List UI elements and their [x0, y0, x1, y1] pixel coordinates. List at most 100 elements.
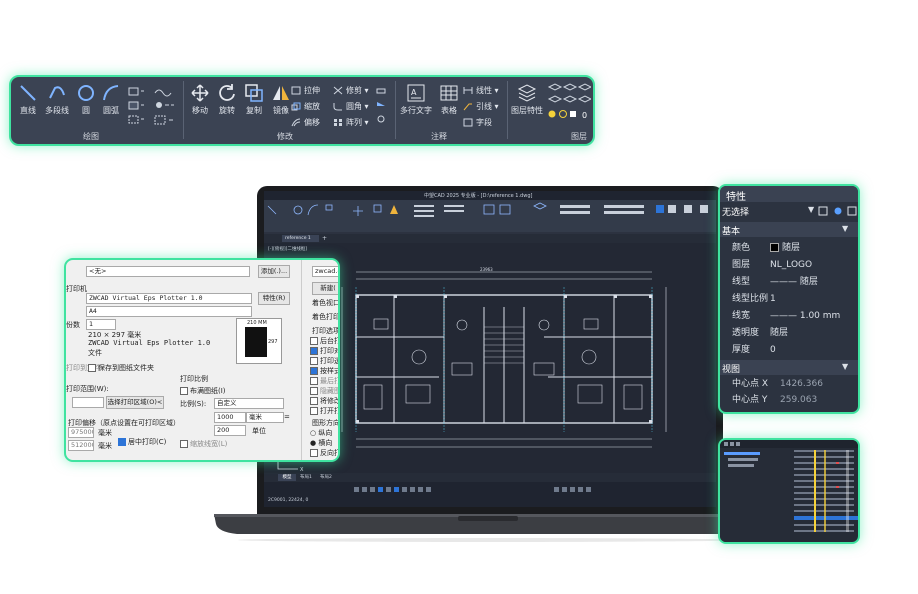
layer-list-graphic[interactable] [720, 440, 858, 542]
lineweight-scale-option[interactable]: 缩放线宽(L) [180, 439, 227, 449]
orientation-landscape[interactable]: ● 横向 [310, 438, 332, 448]
copies-input[interactable]: 1 [86, 319, 116, 330]
offset-y-input[interactable]: 512000 [68, 440, 94, 451]
document-tab[interactable]: reference 1 [282, 235, 319, 242]
mtext-tool[interactable]: A 多行文字 [397, 83, 435, 116]
plot-option-4[interactable]: 最后打印图纸 [310, 376, 338, 386]
collapse-icon[interactable]: ▼ [842, 362, 848, 371]
lineweight-scale-checkbox[interactable] [180, 440, 188, 448]
save-file-checkbox[interactable] [88, 364, 96, 372]
quick-select-icons[interactable] [818, 206, 858, 217]
array-tool[interactable]: 阵列 ▾ [333, 117, 369, 129]
app-ribbon-icons[interactable] [264, 200, 716, 234]
linear-dim-tool[interactable]: 线性 ▾ [463, 85, 499, 97]
plot-option-3[interactable]: 按样式打印 [310, 366, 338, 376]
add-page-setup-button[interactable]: 添加(.)... [258, 265, 290, 278]
table-icon [440, 85, 458, 101]
layout-tab-2[interactable]: 布局2 [320, 474, 332, 481]
layout-tab-1[interactable]: 布局1 [300, 474, 312, 481]
plot-option-6[interactable]: 将修改保存 [310, 396, 338, 406]
prop-row-center-y[interactable]: 中心点 Y 259.063 [720, 392, 858, 408]
line-tool[interactable]: 直线 [15, 83, 41, 116]
plot-location: 文件 [88, 349, 102, 357]
prop-row-linetype[interactable]: 线型 ——— 随层 [720, 274, 858, 290]
floor-plan-drawing[interactable] [334, 267, 674, 457]
prop-row-layer[interactable]: 图层 NL_LOGO [720, 257, 858, 273]
scale-tool[interactable]: 缩放 [291, 101, 320, 113]
plot-option-5[interactable]: 隐藏图纸对象 [310, 386, 338, 396]
basic-section-header[interactable]: 基本 ▼ [720, 222, 858, 237]
paper-size-select[interactable]: A4 [86, 306, 252, 317]
status-toggle-icons[interactable] [354, 486, 654, 494]
stretch-tool[interactable]: 拉伸 [291, 85, 320, 97]
scale-numerator-input[interactable]: 1000 [214, 412, 246, 423]
rotate-tool[interactable]: 旋转 [214, 83, 240, 116]
move-tool[interactable]: 移动 [187, 83, 213, 116]
polyline-tool[interactable]: 多段线 [43, 83, 71, 116]
page-setup-select[interactable]: <无> [86, 266, 250, 277]
plot-option-7[interactable]: 打开打印戳记 [310, 406, 338, 416]
plot-option-1[interactable]: 打印对象线 [310, 346, 338, 356]
center-plot-option[interactable]: 居中打印(C) [118, 437, 166, 447]
layers-group-title: 图层 [571, 132, 587, 141]
properties-title: 特性 [726, 192, 746, 203]
shaded-viewport-label: 着色视口选项 [312, 299, 340, 307]
array-icon [334, 119, 342, 126]
fillet-tool[interactable]: 圆角 ▾ [333, 101, 369, 113]
prop-row-thickness[interactable]: 厚度 0 [720, 342, 858, 358]
selection-row[interactable]: 无选择 ▼ [720, 204, 858, 218]
preview-height: 297 [268, 339, 278, 345]
plot-option-2[interactable]: 打印透明度 [310, 356, 338, 366]
orientation-portrait[interactable]: ○ 纵向 [310, 428, 332, 438]
document-tabbar: reference 1 + [264, 234, 716, 243]
modify-mini-tools-icon[interactable] [375, 85, 389, 129]
total-dimension: 23963 [480, 267, 493, 272]
plot-style-new-button[interactable]: 新建( [312, 282, 338, 295]
draw-mini-tools-icon[interactable] [127, 85, 179, 129]
prop-row-color[interactable]: 颜色 随层 [720, 240, 858, 256]
leader-tool[interactable]: 引线 ▾ [463, 101, 499, 113]
save-file-option[interactable]: 保存到图纸文件夹 [88, 363, 154, 373]
shade-plot-label: 着色打印 [312, 313, 340, 321]
trim-tool[interactable]: 修剪 ▾ [333, 85, 369, 97]
offset-x-input[interactable]: 975000 [68, 427, 94, 438]
prop-row-linetype-scale[interactable]: 线型比例 1 [720, 291, 858, 307]
fit-paper-checkbox[interactable] [180, 387, 188, 395]
collapse-icon[interactable]: ▼ [842, 224, 848, 233]
field-tool[interactable]: 字段 [463, 117, 492, 129]
center-plot-checkbox[interactable] [118, 438, 126, 446]
layout-tab-model[interactable]: 模型 [278, 474, 296, 481]
selection-select[interactable]: 无选择 [722, 205, 749, 218]
prop-row-transparency[interactable]: 透明度 随层 [720, 325, 858, 341]
offset-tool[interactable]: 偏移 [291, 117, 320, 129]
table-tool[interactable]: 表格 [437, 83, 461, 116]
copy-tool[interactable]: 复制 [241, 83, 267, 116]
fit-paper-option[interactable]: 布满图纸(I) [180, 386, 226, 396]
viewport-label[interactable]: [-][俯视][二维线框] [268, 246, 307, 252]
scale-unit-select[interactable]: 毫米 [246, 412, 284, 423]
paper-preview-sheet [245, 327, 267, 357]
layer-manager-panel[interactable] [718, 438, 860, 544]
scale-denominator-input[interactable]: 200 [214, 425, 246, 436]
fillet-icon [333, 103, 342, 111]
scale-select[interactable]: 自定义 [214, 398, 284, 409]
new-tab-button[interactable]: + [322, 235, 327, 242]
prop-row-lineweight[interactable]: 线宽 ——— 1.00 mm [720, 308, 858, 324]
orientation-reverse[interactable]: 反向打印 [310, 448, 338, 458]
current-layer-value[interactable]: 0 [582, 111, 587, 120]
printer-properties-button[interactable]: 特性(R) [258, 292, 290, 305]
group-separator [183, 81, 184, 139]
plot-area-select[interactable] [72, 397, 104, 408]
prop-row-center-x[interactable]: 中心点 X 1426.366 [720, 376, 858, 392]
scale-icon [291, 102, 301, 111]
printer-select[interactable]: ZWCAD Virtual Eps Plotter 1.0 [86, 293, 252, 304]
chevron-down-icon[interactable]: ▼ [808, 205, 814, 214]
plot-style-select[interactable]: zwcad.c [312, 266, 338, 277]
circle-tool[interactable]: 圆 [75, 83, 97, 116]
select-plot-area-button[interactable]: 选择打印区域(O)< [106, 396, 164, 409]
view-section-header[interactable]: 视图 ▼ [720, 360, 858, 375]
circle-icon [78, 85, 94, 101]
layer-properties-tool[interactable]: 图层特性 [509, 83, 545, 116]
arc-tool[interactable]: 圆弧 [99, 83, 123, 116]
plot-option-0[interactable]: 后台打印 [310, 336, 338, 346]
